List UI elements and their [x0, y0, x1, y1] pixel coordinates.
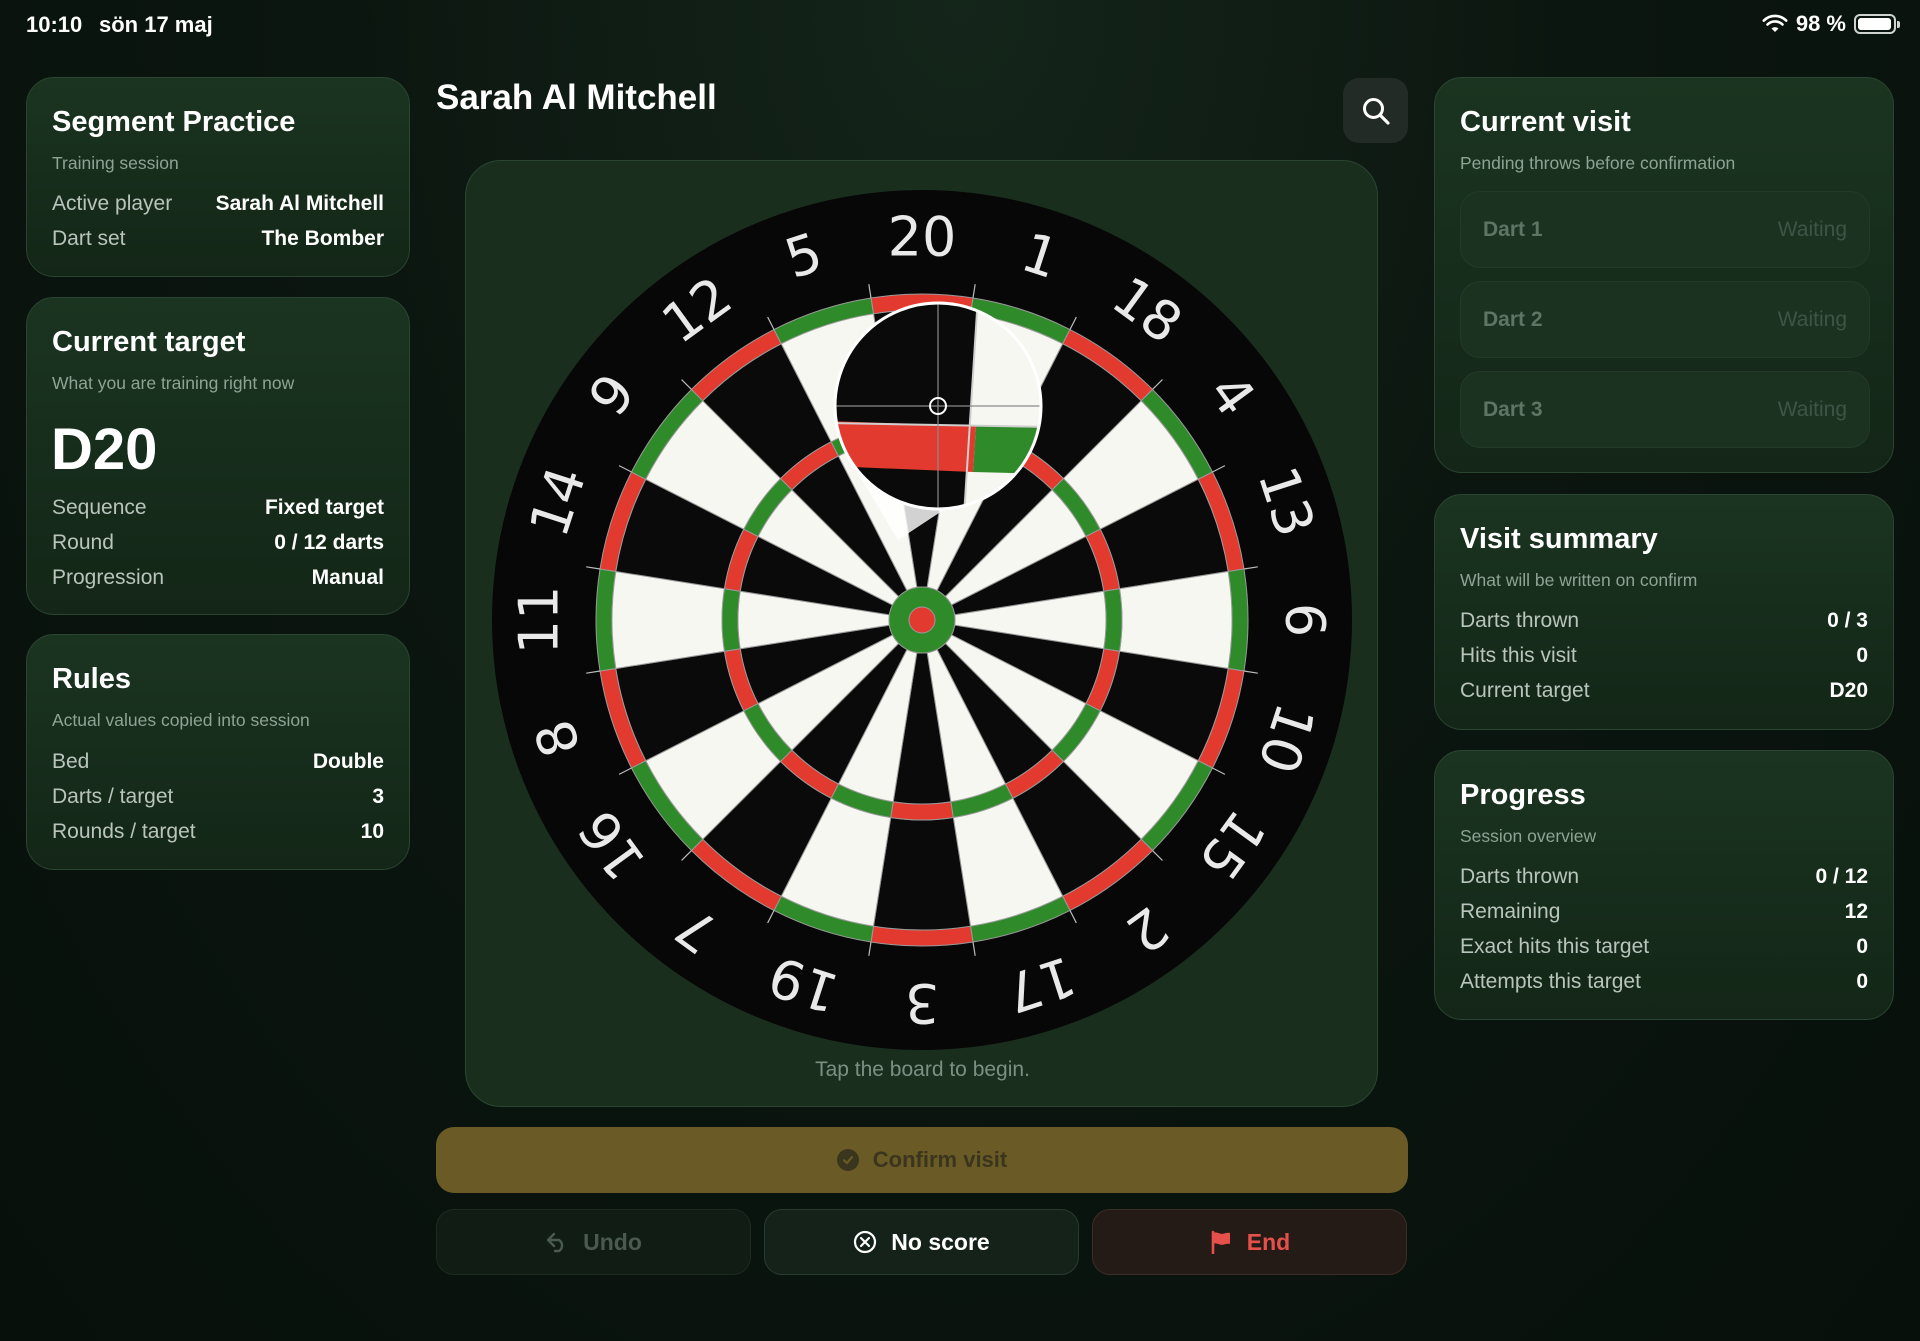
info-row: Hits this visit 0 — [1460, 644, 1868, 667]
dartboard[interactable]: 20 11841361015217319716811149125 — [466, 161, 1379, 1108]
status-date: sön 17 maj — [99, 12, 213, 37]
progress-title: Progress — [1460, 779, 1586, 811]
board-number-11: 11 — [508, 586, 571, 655]
segment-practice-title: Segment Practice — [52, 106, 296, 138]
wifi-icon — [1762, 14, 1788, 32]
info-row: Current target D20 — [1460, 679, 1868, 702]
board-number-6: 6 — [1274, 603, 1337, 637]
current-target-subtitle: What you are training right now — [52, 373, 295, 393]
visit-summary-title: Visit summary — [1460, 523, 1658, 555]
info-row: Round 0 / 12 darts — [52, 531, 384, 554]
no-score-button[interactable]: No score — [764, 1209, 1079, 1275]
info-row: Attempts this target 0 — [1460, 970, 1868, 993]
dart-slot: Dart 2 Waiting — [1460, 281, 1870, 358]
undo-button[interactable]: Undo — [436, 1209, 751, 1275]
rules-title: Rules — [52, 663, 131, 695]
status-right: 98 % — [1762, 11, 1900, 37]
board-number-20: 20 — [888, 206, 957, 269]
info-row: Dart set The Bomber — [52, 227, 384, 250]
end-button[interactable]: End — [1092, 1209, 1407, 1275]
info-row: Bed Double — [52, 750, 384, 773]
confirm-visit-label: Confirm visit — [872, 1147, 1008, 1172]
info-row: Exact hits this target 0 — [1460, 935, 1868, 958]
info-row: Darts / target 3 — [52, 785, 384, 808]
segment-practice-subtitle: Training session — [52, 153, 179, 173]
dartboard-panel: 20 1 18 4 13 6 10 15 2 17 3 19 7 16 8 11 14 9 12 5 Tap the … — [465, 160, 1378, 1107]
search-icon — [1362, 97, 1390, 125]
end-label: End — [1246, 1228, 1291, 1255]
check-circle-icon — [836, 1149, 859, 1171]
undo-label: Undo — [583, 1228, 642, 1255]
board-hint: Tap the board to begin. — [815, 1058, 1030, 1081]
search-button[interactable] — [1343, 78, 1408, 143]
current-visit-card: Current visit Pending throws before conf… — [1434, 77, 1894, 473]
rules-subtitle: Actual values copied into session — [52, 710, 310, 730]
progress-card: Progress Session overview Darts thrown 0… — [1434, 750, 1894, 1020]
current-visit-title: Current visit — [1460, 106, 1631, 138]
info-row: Darts thrown 0 / 12 — [1460, 865, 1868, 888]
info-row: Active player Sarah Al Mitchell — [52, 192, 384, 215]
info-row: Remaining 12 — [1460, 900, 1868, 923]
current-visit-subtitle: Pending throws before confirmation — [1460, 153, 1736, 173]
info-row: Rounds / target 10 — [52, 820, 384, 843]
progress-subtitle: Session overview — [1460, 826, 1597, 846]
battery-icon — [1854, 14, 1900, 34]
battery-percent: 98 % — [1795, 11, 1846, 36]
player-name-heading: Sarah Al Mitchell — [436, 78, 717, 117]
no-score-label: No score — [891, 1228, 990, 1255]
status-bar: 10:10 sön 17 maj 98 % — [0, 0, 1920, 50]
info-row: Sequence Fixed target — [52, 496, 384, 519]
dart-slot: Dart 3 Waiting — [1460, 371, 1870, 448]
visit-summary-card: Visit summary What will be written on co… — [1434, 494, 1894, 730]
info-row: Darts thrown 0 / 3 — [1460, 609, 1868, 632]
board-number-3: 3 — [905, 972, 939, 1035]
dart-slot: Dart 1 Waiting — [1460, 191, 1870, 268]
visit-summary-subtitle: What will be written on confirm — [1460, 570, 1698, 590]
status-time: 10:10 — [26, 12, 83, 37]
rules-card: Rules Actual values copied into session … — [26, 634, 410, 870]
segment-practice-card: Segment Practice Training session Active… — [26, 77, 410, 277]
x-circle-icon — [854, 1230, 877, 1254]
bullseye — [908, 606, 936, 634]
flag-icon — [1211, 1230, 1230, 1254]
undo-icon — [546, 1232, 564, 1253]
current-target-card: Current target What you are training rig… — [26, 297, 410, 615]
current-target-title: Current target — [52, 326, 246, 358]
target-label: D20 — [51, 417, 158, 482]
confirm-visit-button[interactable]: Confirm visit — [436, 1127, 1408, 1193]
info-row: Progression Manual — [52, 566, 384, 589]
